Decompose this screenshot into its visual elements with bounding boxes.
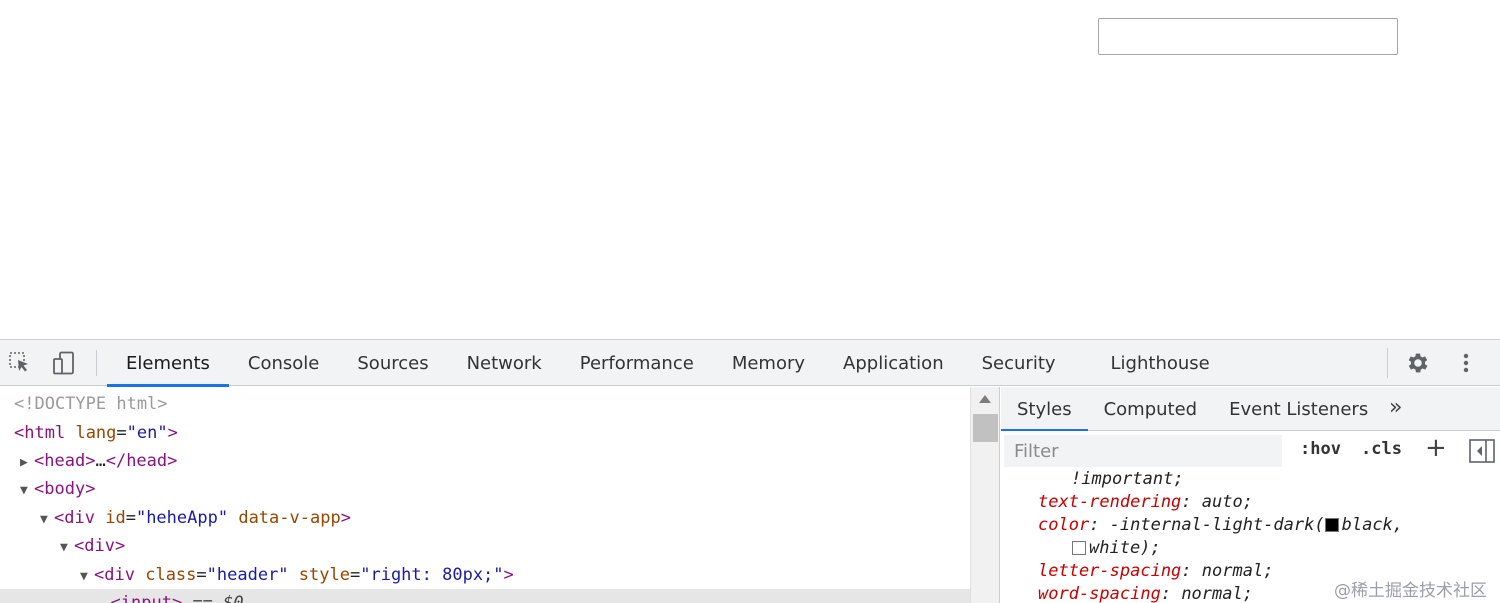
toggle-sidebar-icon[interactable] xyxy=(1469,439,1495,463)
tag-name: html xyxy=(24,423,66,443)
dom-node-html[interactable]: <html lang="en"> xyxy=(14,419,178,447)
styles-pane: Styles Computed Event Listeners » :hov .… xyxy=(1001,387,1500,603)
css-value: auto; xyxy=(1201,492,1253,512)
gear-icon[interactable] xyxy=(1404,350,1432,376)
double-chevron-right-icon[interactable]: » xyxy=(1389,395,1402,420)
css-declaration[interactable]: word-spacing: normal; xyxy=(1038,583,1253,603)
attr-value: "en" xyxy=(126,423,168,443)
kebab-menu-icon[interactable] xyxy=(1452,350,1480,376)
inspect-element-icon[interactable] xyxy=(6,350,34,376)
toolbar-divider xyxy=(96,350,97,376)
css-value: white); xyxy=(1089,538,1161,558)
tab-performance[interactable]: Performance xyxy=(561,340,713,386)
dom-node-div[interactable]: ▼ <div> xyxy=(60,532,125,560)
doctype-text: <!DOCTYPE html> xyxy=(14,394,168,414)
new-style-rule-button[interactable]: + xyxy=(1425,433,1447,463)
devtools-panel: Elements Console Sources Network Perform… xyxy=(0,339,1500,603)
css-property: letter-spacing xyxy=(1038,561,1182,581)
selected-node-reference: == $0 xyxy=(192,593,244,603)
attr-value: "heheApp" xyxy=(135,508,229,528)
tag-name: div xyxy=(64,508,95,528)
tab-lighthouse[interactable]: Lighthouse xyxy=(1092,340,1229,386)
styles-tabs: Styles Computed Event Listeners » xyxy=(1001,387,1500,432)
css-property: color xyxy=(1038,515,1090,535)
tag-name: input xyxy=(120,593,172,603)
tab-sources[interactable]: Sources xyxy=(338,340,447,386)
css-declaration-continued[interactable]: white); xyxy=(1072,537,1161,560)
tag-name: head xyxy=(126,451,168,471)
hov-toggle-button[interactable]: :hov xyxy=(1300,439,1341,459)
tab-application[interactable]: Application xyxy=(824,340,963,386)
tag-name: div xyxy=(104,565,135,585)
dom-node-div-header[interactable]: ▼ <div class="header" style="right: 80px;… xyxy=(80,561,514,589)
tab-elements[interactable]: Elements xyxy=(107,340,229,387)
tag-name: head xyxy=(44,451,86,471)
attr-name: id xyxy=(105,508,126,528)
elements-tree: <!DOCTYPE html> <html lang="en"> ▶ <head>… xyxy=(0,387,970,603)
devtools-tabs: Elements Console Sources Network Perform… xyxy=(107,340,1229,387)
tag-name: div xyxy=(84,536,115,556)
page-text-input[interactable] xyxy=(1098,18,1398,55)
tab-styles[interactable]: Styles xyxy=(1001,387,1088,432)
attr-value: "right: 80px;" xyxy=(360,565,504,585)
attr-name: lang xyxy=(75,423,117,443)
dom-node-head[interactable]: ▶ <head>…</head> xyxy=(20,447,177,475)
css-value: !important; xyxy=(1071,469,1184,489)
color-swatch[interactable] xyxy=(1072,541,1086,555)
collapse-triangle-icon[interactable]: ▼ xyxy=(60,534,74,562)
selected-row-marker: … xyxy=(2,593,13,603)
expand-triangle-icon[interactable]: ▶ xyxy=(20,449,34,477)
elements-scrollbar[interactable] xyxy=(970,387,1000,603)
tab-network[interactable]: Network xyxy=(448,340,561,386)
attr-name: style xyxy=(298,565,350,585)
dom-doctype[interactable]: <!DOCTYPE html> xyxy=(14,390,168,418)
css-value: black, xyxy=(1341,515,1404,535)
tab-security[interactable]: Security xyxy=(963,340,1092,386)
css-value: normal; xyxy=(1201,561,1274,581)
dom-node-input-selected[interactable]: … <input> == $0 xyxy=(0,589,970,603)
styles-filter-bar: :hov .cls + xyxy=(1001,431,1500,471)
attr-value: "header" xyxy=(206,565,289,585)
toolbar-divider-right xyxy=(1387,348,1388,378)
css-declaration[interactable]: letter-spacing: normal; xyxy=(1038,560,1273,583)
cls-toggle-button[interactable]: .cls xyxy=(1361,439,1402,459)
collapse-triangle-icon[interactable]: ▼ xyxy=(20,477,34,505)
css-value: normal; xyxy=(1181,584,1253,603)
tab-console[interactable]: Console xyxy=(229,340,338,386)
css-declaration[interactable]: !important; xyxy=(1071,468,1184,491)
dom-node-div-heheapp[interactable]: ▼ <div id="heheApp" data-v-app> xyxy=(40,504,351,532)
css-property: word-spacing xyxy=(1038,584,1161,603)
collapsed-ellipsis: … xyxy=(95,451,106,471)
attr-name: data-v-app xyxy=(238,508,341,528)
page-viewport xyxy=(0,0,1500,339)
scroll-up-arrow-icon[interactable] xyxy=(979,395,991,403)
css-value: -internal-light-dark( xyxy=(1109,515,1325,535)
tag-name: body xyxy=(44,479,86,499)
tab-computed[interactable]: Computed xyxy=(1088,387,1214,431)
css-declaration[interactable]: color: -internal-light-dark(black, xyxy=(1038,514,1403,537)
scroll-thumb[interactable] xyxy=(973,414,998,442)
watermark: @稀土掘金技术社区 xyxy=(1334,576,1487,601)
device-toggle-icon[interactable] xyxy=(50,350,78,376)
color-swatch[interactable] xyxy=(1324,518,1339,532)
collapse-triangle-icon[interactable]: ▼ xyxy=(40,506,54,534)
tab-event-listeners[interactable]: Event Listeners xyxy=(1213,387,1384,431)
styles-filter-input[interactable] xyxy=(1004,435,1282,467)
css-declaration[interactable]: text-rendering: auto; xyxy=(1038,491,1253,514)
tab-memory[interactable]: Memory xyxy=(713,340,824,386)
devtools-toolbar: Elements Console Sources Network Perform… xyxy=(0,340,1500,387)
collapse-triangle-icon[interactable]: ▼ xyxy=(80,563,94,591)
dom-node-body[interactable]: ▼ <body> xyxy=(20,475,95,503)
attr-name: class xyxy=(145,565,197,585)
css-property: text-rendering xyxy=(1038,492,1182,512)
